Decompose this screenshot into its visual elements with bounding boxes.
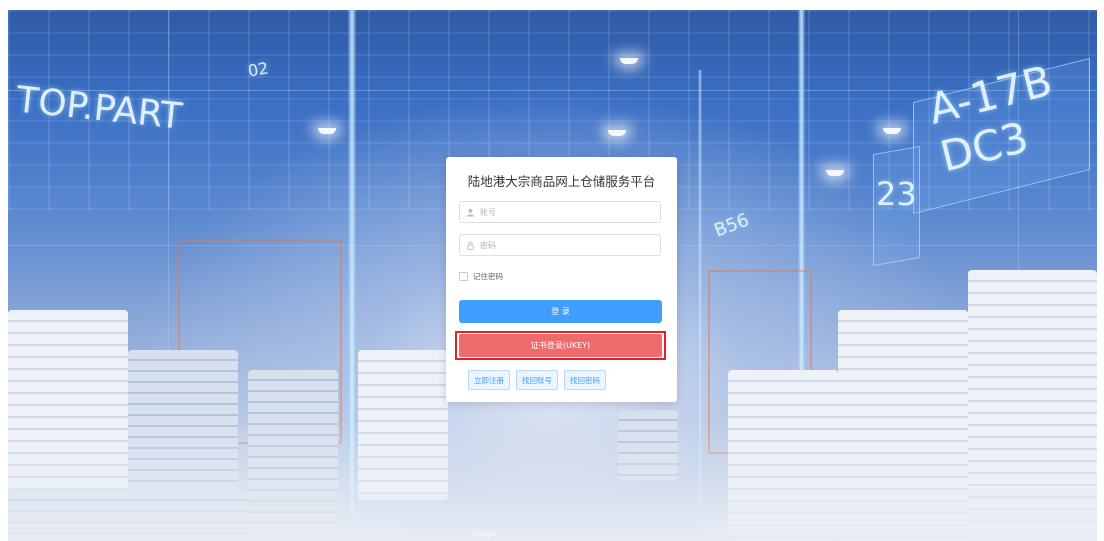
account-input[interactable]: [480, 207, 650, 217]
sign-02: 02: [246, 58, 270, 81]
account-links: 立即注册 找回账号 找回密码: [468, 370, 606, 390]
remember-password[interactable]: 记住密码: [459, 271, 503, 282]
lock-icon: [460, 241, 480, 250]
find-password-button[interactable]: 找回密码: [564, 370, 606, 390]
platform-title: 陆地港大宗商品网上仓储服务平台: [467, 174, 656, 189]
login-card: 陆地港大宗商品网上仓储服务平台 记住密码 登 录 证书登录(UKEY) 立即注册…: [446, 157, 677, 402]
cert-login-button[interactable]: 证书登录(UKEY): [459, 334, 662, 357]
find-account-button[interactable]: 找回账号: [516, 370, 558, 390]
login-button[interactable]: 登 录: [459, 300, 662, 323]
floor: [8, 421, 1097, 541]
account-field[interactable]: [459, 201, 661, 223]
register-button[interactable]: 立即注册: [468, 370, 510, 390]
password-input[interactable]: [480, 240, 650, 250]
remember-label: 记住密码: [473, 272, 503, 281]
copyright-text: Copyri: [473, 530, 496, 538]
user-icon: [460, 208, 480, 217]
password-field[interactable]: [459, 234, 661, 256]
remember-checkbox[interactable]: [459, 272, 468, 281]
sign-b56: B56: [711, 209, 752, 242]
sign-23: 23: [876, 175, 917, 213]
